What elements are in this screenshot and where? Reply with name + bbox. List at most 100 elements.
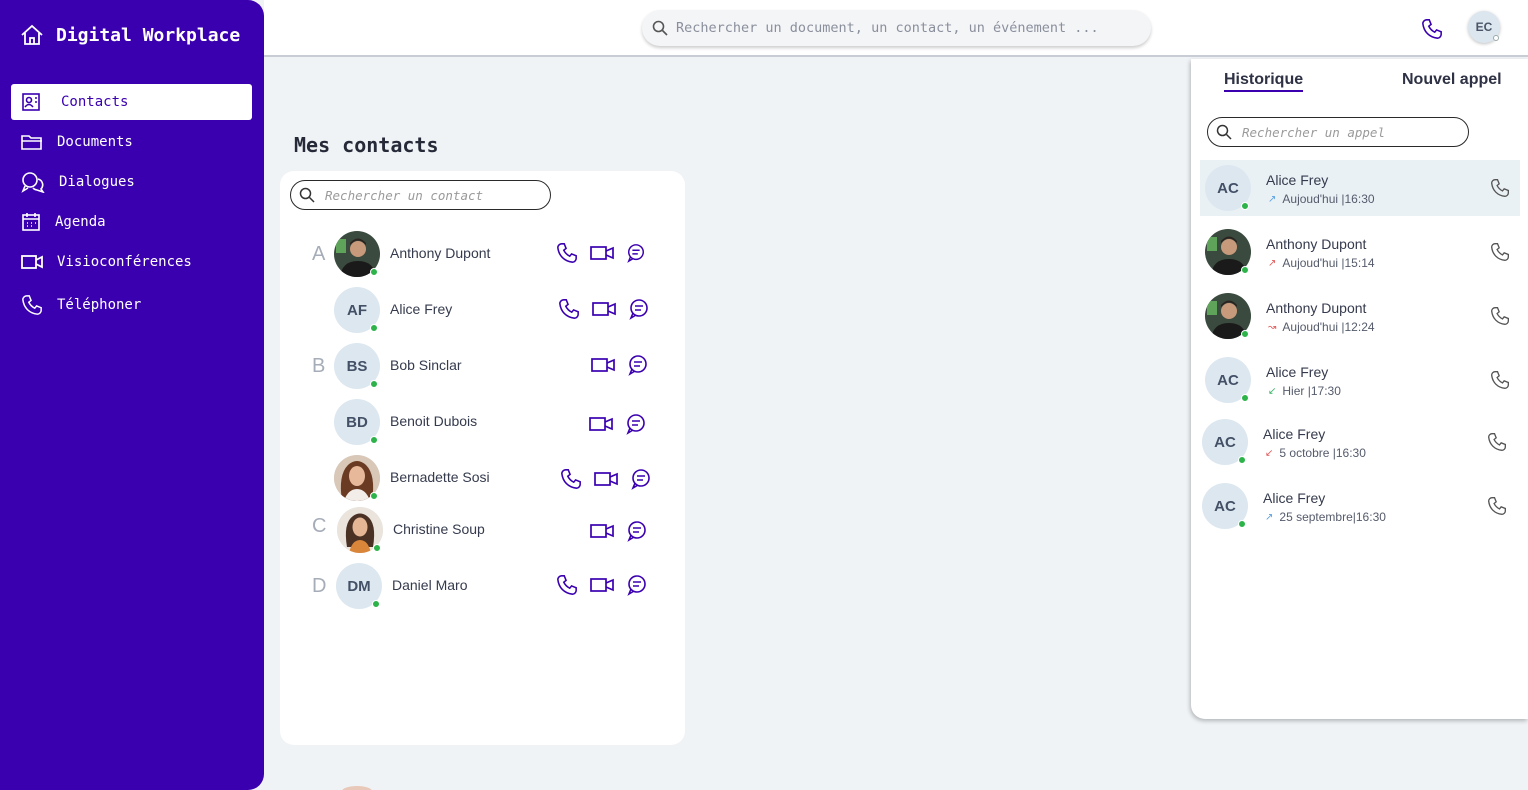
nav-item-visioconferences[interactable]: Visioconférences: [11, 244, 252, 280]
caller-name: Anthony Dupont: [1266, 236, 1367, 252]
contact-name: Benoit Dubois: [390, 413, 478, 429]
call-time: Aujoud'hui |12:24: [1282, 320, 1375, 334]
outgoing-arrow-icon: ↗: [1265, 511, 1274, 523]
nav-item-contacts[interactable]: Contacts: [11, 84, 252, 120]
call-phone-icon[interactable]: [558, 298, 580, 320]
letter-index: B: [312, 355, 326, 377]
caller-name: Alice Frey: [1263, 490, 1326, 506]
call-history-row[interactable]: AC Alice Frey ↙ 5 octobre |16:30: [1197, 414, 1517, 470]
chat-message-icon[interactable]: [626, 574, 648, 596]
global-search-input[interactable]: [676, 20, 1136, 36]
tab-historique[interactable]: Historique: [1224, 71, 1304, 92]
call-time: Hier |17:30: [1282, 384, 1341, 398]
chat-message-icon[interactable]: [626, 242, 646, 264]
call-history-row[interactable]: AC Alice Frey ↗ Aujoud'hui |16:30: [1200, 160, 1520, 216]
call-back-phone-icon[interactable]: [1487, 432, 1507, 457]
chat-message-icon[interactable]: [628, 298, 650, 320]
user-avatar[interactable]: EC: [1468, 11, 1500, 43]
video-camera-icon: [21, 255, 43, 269]
tab-nouvel-appel[interactable]: Nouvel appel: [1402, 71, 1502, 89]
contact-row[interactable]: AF Alice Frey: [334, 287, 664, 333]
call-phone-icon[interactable]: [560, 468, 582, 490]
call-history-row[interactable]: Anthony Dupont ↝ Aujoud'hui |12:24: [1200, 288, 1520, 344]
letter-index: A: [312, 243, 326, 265]
video-call-icon[interactable]: [589, 413, 613, 435]
status-online-dot: [1241, 330, 1249, 338]
call-phone-icon[interactable]: [556, 242, 578, 264]
avatar-initials: AC: [1214, 497, 1236, 515]
chat-message-icon[interactable]: [627, 354, 649, 376]
call-time: Aujoud'hui |15:14: [1282, 256, 1375, 270]
folder-icon: [21, 135, 42, 150]
contact-search-input[interactable]: [325, 187, 545, 203]
brand[interactable]: Digital Workplace: [20, 24, 240, 46]
contact-name: Alice Frey: [390, 301, 453, 317]
nav-item-telephoner[interactable]: Téléphoner: [11, 287, 252, 323]
contact-row[interactable]: DM Daniel Maro: [336, 563, 666, 609]
contact-search[interactable]: [290, 180, 551, 210]
video-call-icon[interactable]: [590, 242, 614, 264]
call-search-input[interactable]: [1242, 124, 1462, 140]
nav-item-dialogues[interactable]: Dialogues: [11, 164, 252, 200]
avatar-initials: BS: [346, 357, 368, 375]
chat-message-icon[interactable]: [626, 520, 648, 542]
letter-index: C: [312, 515, 327, 537]
video-call-icon[interactable]: [590, 574, 614, 596]
avatar: AC: [1202, 419, 1248, 465]
call-back-phone-icon[interactable]: [1490, 242, 1510, 267]
contacts-card: A B C D Anthony Dupont AF Alice Frey BS: [280, 171, 685, 745]
chat-message-icon[interactable]: [630, 468, 652, 490]
call-back-phone-icon[interactable]: [1490, 370, 1510, 395]
video-call-icon[interactable]: [592, 298, 616, 320]
chat-message-icon[interactable]: [625, 413, 647, 435]
contact-row[interactable]: Christine Soup: [337, 507, 667, 553]
app-title: Digital Workplace: [56, 24, 241, 46]
contact-name: Bob Sinclar: [390, 357, 462, 373]
contact-row[interactable]: Anthony Dupont: [334, 231, 664, 277]
status-online-dot: [370, 492, 378, 500]
calendar-icon: [22, 213, 40, 231]
call-back-phone-icon[interactable]: [1490, 178, 1510, 203]
avatar: [334, 455, 380, 501]
avatar: AF: [334, 287, 380, 333]
call-back-phone-icon[interactable]: [1490, 306, 1510, 331]
incoming-missed-arrow-icon: ↙: [1265, 447, 1274, 459]
letter-index: D: [312, 575, 327, 597]
call-history-row[interactable]: AC Alice Frey ↙ Hier |17:30: [1200, 352, 1520, 408]
status-online-dot: [1241, 266, 1249, 274]
status-online-dot: [370, 324, 378, 332]
contact-name: Bernadette Sosi: [390, 469, 490, 485]
caller-name: Anthony Dupont: [1266, 300, 1367, 316]
status-online-dot: [372, 600, 380, 608]
partial-avatar: [342, 786, 372, 790]
call-phone-icon[interactable]: [556, 574, 578, 596]
search-icon: [299, 187, 315, 203]
avatar: [1205, 293, 1251, 339]
call-time: Aujoud'hui |16:30: [1282, 192, 1375, 206]
avatar: [334, 231, 380, 277]
global-search[interactable]: [642, 10, 1151, 46]
call-back-phone-icon[interactable]: [1487, 496, 1507, 521]
contact-book-icon: [22, 93, 40, 111]
nav-item-documents[interactable]: Documents: [11, 124, 252, 160]
status-online-dot: [1241, 394, 1249, 402]
avatar-initials: AC: [1217, 179, 1239, 197]
topbar-phone-icon[interactable]: [1421, 18, 1443, 45]
contact-row[interactable]: BS Bob Sinclar: [334, 343, 664, 389]
call-time: 5 octobre |16:30: [1279, 446, 1366, 460]
outgoing-missed-arrow-icon: ↗: [1268, 257, 1277, 269]
contact-name: Anthony Dupont: [390, 245, 491, 261]
avatar-initials: BD: [346, 413, 368, 431]
video-call-icon[interactable]: [591, 354, 615, 376]
call-search[interactable]: [1207, 117, 1469, 147]
status-online-dot: [1238, 456, 1246, 464]
search-icon: [652, 20, 668, 36]
nav-item-agenda[interactable]: Agenda: [11, 204, 252, 240]
contact-row[interactable]: Bernadette Sosi: [334, 455, 664, 501]
video-call-icon[interactable]: [594, 468, 618, 490]
user-initials: EC: [1475, 20, 1493, 34]
call-history-row[interactable]: AC Alice Frey ↗ 25 septembre|16:30: [1197, 478, 1517, 534]
video-call-icon[interactable]: [590, 520, 614, 542]
contact-row[interactable]: BD Benoit Dubois: [334, 399, 664, 445]
call-history-row[interactable]: Anthony Dupont ↗ Aujoud'hui |15:14: [1200, 224, 1520, 280]
